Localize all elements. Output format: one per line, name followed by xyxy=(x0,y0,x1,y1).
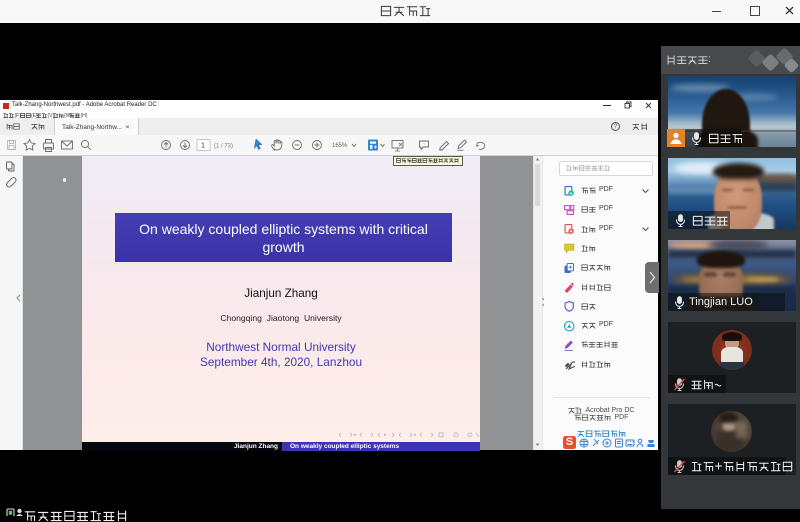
svg-text:165%: 165% xyxy=(332,143,348,149)
svg-text:1: 1 xyxy=(201,143,205,150)
svg-text:(1 / 73): (1 / 73) xyxy=(214,144,233,150)
